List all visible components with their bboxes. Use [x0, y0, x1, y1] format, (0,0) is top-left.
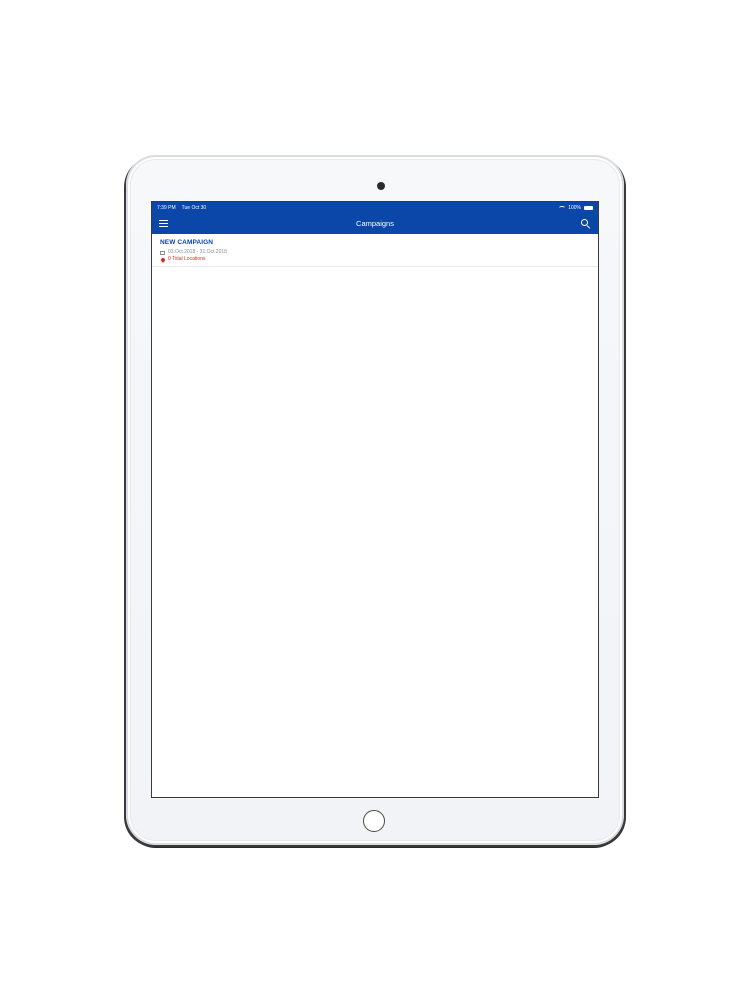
- campaign-date-range: 03.Oct.2018 - 31.Oct.2018: [168, 249, 227, 255]
- menu-icon[interactable]: [159, 220, 168, 227]
- navigation-bar: Campaigns: [152, 213, 598, 234]
- campaign-date-row: 03.Oct.2018 - 31.Oct.2018: [160, 249, 590, 256]
- campaign-locations: 0 Total Locations: [168, 256, 206, 262]
- status-right: 100%: [559, 205, 593, 211]
- front-camera: [377, 182, 385, 190]
- location-pin-icon: [159, 256, 166, 263]
- status-time: 7:39 PM: [157, 204, 176, 211]
- app-screen: 7:39 PM Tue Oct 30 100% Campaigns NEW CA…: [151, 201, 599, 798]
- status-bar: 7:39 PM Tue Oct 30 100%: [152, 202, 598, 213]
- status-date: Tue Oct 30: [181, 204, 207, 211]
- battery-icon: [584, 205, 593, 210]
- page-title: Campaigns: [356, 219, 394, 228]
- battery-percent: 100%: [568, 204, 581, 211]
- search-icon[interactable]: [581, 218, 591, 229]
- campaign-location-row: 0 Total Locations: [159, 256, 590, 263]
- campaign-name: NEW CAMPAIGN: [160, 239, 214, 246]
- home-button[interactable]: [363, 810, 385, 832]
- stage: 7:39 PM Tue Oct 30 100% Campaigns NEW CA…: [0, 0, 750, 1000]
- wifi-icon: [559, 205, 566, 210]
- status-left: 7:39 PM Tue Oct 30: [157, 205, 206, 211]
- campaign-list: NEW CAMPAIGN 03.Oct.2018 - 31.Oct.2018 0…: [152, 234, 598, 267]
- campaign-list-item[interactable]: NEW CAMPAIGN 03.Oct.2018 - 31.Oct.2018 0…: [152, 234, 598, 267]
- calendar-icon: [160, 250, 165, 255]
